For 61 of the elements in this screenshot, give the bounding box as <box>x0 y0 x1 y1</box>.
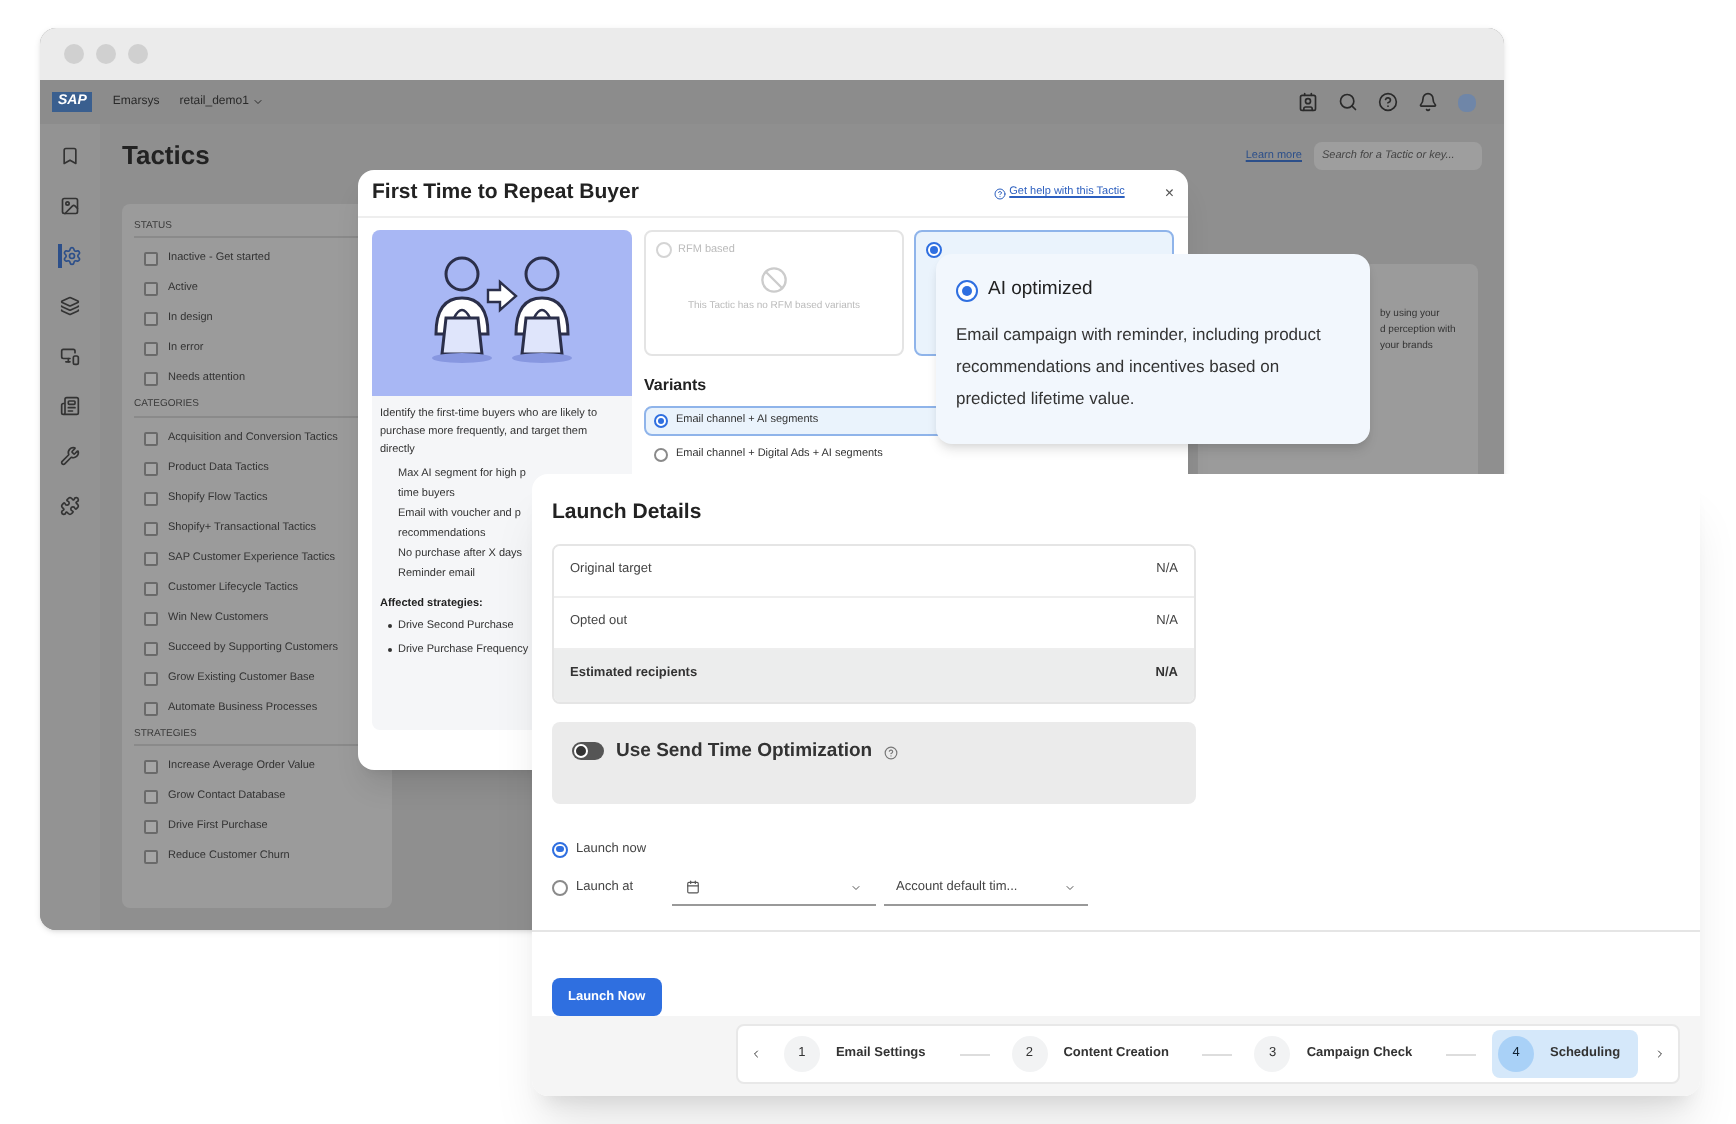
sidebar-icon <box>60 196 80 216</box>
next-icon[interactable] <box>1654 1048 1667 1060</box>
radio-button[interactable] <box>956 279 978 302</box>
checkbox[interactable] <box>144 521 158 535</box>
previous-icon[interactable] <box>750 1048 762 1060</box>
sidebar-item[interactable] <box>58 444 82 468</box>
radio-button[interactable] <box>926 242 942 258</box>
chevron-icon <box>850 881 862 893</box>
sidebar-item[interactable] <box>58 294 82 318</box>
checkbox[interactable] <box>144 252 158 266</box>
checkbox[interactable] <box>144 671 158 685</box>
toggle-switch[interactable] <box>572 741 604 760</box>
sidebar-icon <box>60 496 80 516</box>
checkbox[interactable] <box>144 312 158 326</box>
checkbox[interactable] <box>144 760 158 774</box>
checkbox[interactable] <box>144 581 158 595</box>
sidebar-icon <box>60 396 80 416</box>
close-button[interactable]: × <box>1164 181 1174 205</box>
radio-button[interactable] <box>654 414 668 428</box>
sidebar-icon <box>60 446 80 466</box>
page-title: Tactics <box>122 138 210 174</box>
checkbox[interactable] <box>144 820 158 834</box>
sidebar-item[interactable] <box>58 394 82 418</box>
calendar-icon <box>686 880 700 894</box>
checkbox[interactable] <box>144 611 158 625</box>
checkbox[interactable] <box>144 431 158 445</box>
unavailable-icon <box>760 266 788 295</box>
sidebar-icon <box>60 296 80 316</box>
checkbox[interactable] <box>144 790 158 804</box>
chevron-icon <box>252 96 265 108</box>
tooltip-title: AI optimized <box>988 276 1093 304</box>
radio-button[interactable] <box>552 880 568 896</box>
chevron-icon <box>1064 881 1076 893</box>
sidebar-item[interactable] <box>58 244 82 268</box>
search-icon[interactable] <box>1338 92 1358 112</box>
sto-label: Use Send Time Optimization <box>616 741 873 762</box>
radio-button[interactable] <box>654 448 668 462</box>
bell-icon[interactable] <box>1418 92 1438 112</box>
checkbox[interactable] <box>144 701 158 715</box>
sidebar-item[interactable] <box>58 344 82 368</box>
checkbox[interactable] <box>144 850 158 864</box>
radio-button[interactable] <box>552 841 568 858</box>
dialog-title: First Time to Repeat Buyer <box>372 177 639 208</box>
sidebar-item[interactable] <box>58 494 82 518</box>
checkbox[interactable] <box>144 282 158 296</box>
checkbox[interactable] <box>144 551 158 565</box>
sidebar-icon <box>62 246 82 266</box>
checkbox[interactable] <box>144 461 158 475</box>
sidebar-item[interactable] <box>58 144 82 168</box>
help-icon[interactable] <box>1378 92 1398 112</box>
checkbox[interactable] <box>144 342 158 356</box>
sidebar-icon <box>60 346 80 366</box>
contact-icon[interactable] <box>1298 92 1318 112</box>
sidebar-icon <box>60 146 80 166</box>
sidebar-item[interactable] <box>58 194 82 218</box>
checkbox[interactable] <box>144 372 158 386</box>
section-title: Launch Details <box>552 498 704 528</box>
help-icon <box>993 187 1006 199</box>
checkbox[interactable] <box>144 641 158 655</box>
checkbox[interactable] <box>144 491 158 505</box>
help-icon[interactable] <box>884 745 899 760</box>
